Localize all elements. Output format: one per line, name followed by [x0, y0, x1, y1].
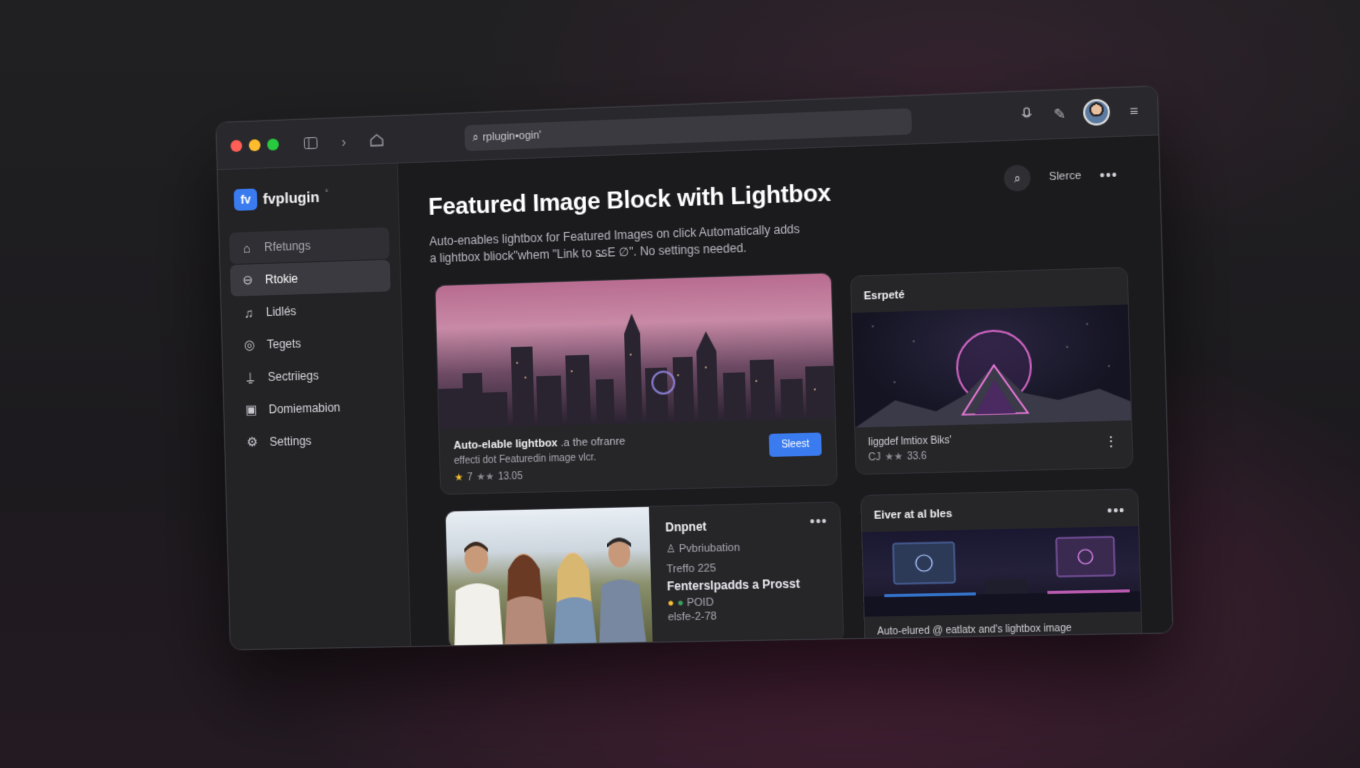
people-card-line1: Treffo 225 [666, 562, 717, 576]
rating-value: 7 [467, 472, 473, 484]
sidebar-item-lidles[interactable]: ♫ Lidlés [231, 292, 392, 329]
search-icon: ⌕ [472, 131, 479, 144]
feather-icon[interactable]: ✎ [1050, 105, 1069, 123]
coin-icon: ● [877, 641, 884, 651]
sidebar-item-label: Lidlés [265, 304, 297, 319]
desk-rating: ● ★★ 31k [878, 637, 1130, 650]
people-card-sub: ♙ Pvbriubation [666, 539, 829, 556]
people-card-body: Dnpnet ♙ Pvbriubation Treffo 225 Fenters… [665, 517, 830, 624]
circle-minus-icon: ⊖ [242, 272, 254, 288]
star-icon: ★ [454, 472, 464, 484]
people-card-line3: ● ● POID [667, 594, 830, 610]
star-icon: ★★ [884, 451, 904, 464]
city-skyline-image[interactable] [435, 273, 837, 429]
music-icon: ♫ [243, 305, 254, 321]
brand-mark: ° [324, 187, 329, 198]
more-vertical-icon[interactable]: ⋮ [1104, 433, 1120, 451]
people-card-title: Dnpnet [665, 519, 707, 535]
brand-logo: fv [233, 188, 258, 211]
page-title: Featured Image Block with Lightbox [428, 179, 832, 221]
more-icon[interactable]: ••• [1099, 166, 1118, 183]
rating-count: 31k [909, 640, 927, 651]
image-icon: ▣ [245, 401, 258, 417]
star-icon: ★★ [476, 471, 495, 484]
status-dot-icon: ● [677, 597, 684, 610]
window-controls [230, 137, 279, 152]
featured-card[interactable]: Auto-elable lightbox .a the ofranre effe… [434, 272, 838, 495]
group-photo-image[interactable] [445, 506, 653, 650]
people-card[interactable]: Dnpnet ♙ Pvbriubation Treffo 225 Fenters… [444, 501, 845, 650]
desk-graphic [864, 526, 1143, 617]
mountain-card[interactable]: Esrpeté Iiggdef lmtiox Biks' CJ ★★ 33.6 … [850, 266, 1134, 475]
user-avatar[interactable] [1082, 98, 1111, 127]
sidebar-item-domiemabion[interactable]: ▣ Domiemabion [234, 390, 395, 426]
featured-title-extra: .a the ofranre [560, 435, 626, 450]
mountain-rating: CJ ★★ 33.6 [868, 446, 1120, 464]
sidebar-item-label: Tegets [266, 336, 302, 352]
brand-name: fvplugin [262, 188, 320, 208]
toolbar-right: ✎ ≡ [1017, 97, 1143, 128]
sidebar-item-label: Settings [269, 433, 312, 449]
rating-count: 13.05 [497, 471, 523, 483]
sidebar-item-settings[interactable]: ⚙ Settings [234, 423, 395, 459]
menu-icon[interactable]: ≡ [1124, 102, 1143, 120]
badge-icon: ◎ [243, 337, 256, 353]
address-text: rplugin•ogin' [482, 129, 542, 144]
address-bar[interactable]: ⌕ rplugin•ogin' [464, 108, 912, 152]
mountain-card-caption: Iiggdef lmtiox Biks' [867, 435, 952, 449]
select-button[interactable]: Sleest [769, 432, 822, 457]
people-line3-text: POID [686, 596, 714, 610]
page-description: Auto-enables lightbox for Featured Image… [429, 222, 801, 266]
sidebar-item-rfetungs[interactable]: ⌂ Rfetungs [229, 227, 390, 265]
mountain-graphic [853, 323, 1134, 428]
app-window: › ⌕ rplugin•ogin' ✎ ≡ fv fvplugin ° ⌂ Rf… [215, 85, 1174, 651]
main-actions: ⌕ Slerce ••• [1003, 161, 1119, 192]
featured-card-body: Auto-elable lightbox .a the ofranre effe… [439, 418, 836, 495]
more-icon[interactable]: ••• [810, 513, 828, 529]
brand[interactable]: fv fvplugin ° [233, 184, 389, 211]
gear-icon: ⚙ [246, 434, 259, 450]
desk-card-caption: Auto-elured @ eatlatx and's lightbox ima… [877, 622, 1072, 638]
main-content: Featured Image Block with Lightbox Auto-… [397, 135, 1173, 651]
stage: › ⌕ rplugin•ogin' ✎ ≡ fv fvplugin ° ⌂ Rf… [0, 0, 1360, 768]
people-card-line2: Fenterslpadds a Prosst [666, 576, 801, 594]
coin-icon: ● [667, 597, 675, 610]
mountain-card-body: Iiggdef lmtiox Biks' CJ ★★ 33.6 ⋮ [855, 420, 1132, 473]
home-icon: ⌂ [242, 240, 251, 256]
pin-icon: ⍊ [246, 369, 255, 385]
people-sub-text: Pvbriubation [678, 541, 741, 556]
mountain-image[interactable] [852, 304, 1134, 428]
sidebar-item-sectriiegs[interactable]: ⍊ Sectriiegs [233, 358, 394, 394]
search-button[interactable]: ⌕ [1003, 164, 1032, 192]
featured-rating: ★ 7 ★★ 13.05 [454, 464, 822, 484]
minimize-window-button[interactable] [248, 138, 261, 151]
skyline-graphic [438, 313, 837, 429]
sidebar: fv fvplugin ° ⌂ Rfetungs ⊖ Rtokie ♫ Lidl… [217, 163, 412, 650]
group-photo-graphic [452, 537, 647, 650]
desk-card-heading: Eiver at al bles [873, 507, 953, 522]
desk-card-body: Auto-elured @ eatlatx and's lightbox ima… [865, 612, 1142, 650]
desk-setup-image[interactable] [862, 526, 1143, 617]
people-card-line4: elsfe-2-78 [667, 610, 717, 624]
sidebar-item-tegets[interactable]: ◎ Tegets [232, 325, 393, 361]
maximize-window-button[interactable] [267, 137, 279, 151]
desk-setup-card[interactable]: Eiver at al bles ••• Auto-elured @ eatla… [860, 488, 1144, 651]
sidebar-toggle-icon[interactable] [300, 131, 322, 153]
home-icon[interactable] [366, 129, 388, 152]
sidebar-item-label: Sectriiegs [267, 368, 319, 384]
forward-icon[interactable]: › [333, 130, 355, 153]
sidebar-item-label: Rfetungs [264, 238, 311, 255]
more-icon[interactable]: ••• [1107, 502, 1126, 519]
sidebar-item-rtokie[interactable]: ⊖ Rtokie [229, 259, 391, 297]
featured-title-text: Auto-elable lightbox [453, 437, 558, 452]
mic-icon[interactable] [1017, 106, 1036, 124]
rating-prefix: CJ [868, 452, 881, 464]
sidebar-item-label: Rtokie [264, 271, 299, 287]
rating-count: 33.6 [906, 450, 927, 463]
close-window-button[interactable] [230, 139, 243, 152]
star-icon: ★★ [887, 641, 907, 651]
author-icon: ♙ [665, 543, 676, 556]
search-label[interactable]: Slerce [1049, 170, 1081, 183]
sidebar-item-label: Domiemabion [268, 400, 341, 417]
